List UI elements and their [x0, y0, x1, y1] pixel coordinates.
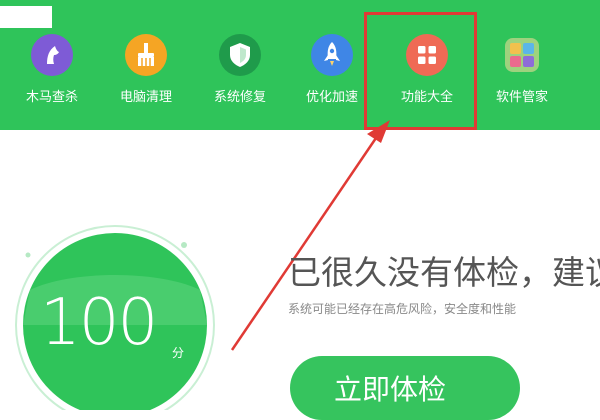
tool-software-manager[interactable]: 软件管家: [480, 34, 564, 114]
score-unit: 分: [172, 346, 185, 360]
tool-trojan-scan[interactable]: 木马查杀: [10, 34, 94, 114]
tool-label: 优化加速: [305, 90, 358, 105]
tool-label: 木马查杀: [25, 90, 78, 105]
rocket-icon: [311, 34, 353, 76]
tool-label: 功能大全: [400, 90, 453, 105]
horse-icon: [31, 34, 73, 76]
tool-pc-cleanup[interactable]: 电脑清理: [104, 34, 188, 114]
score-value: 100: [40, 286, 158, 360]
tool-optimize-speedup[interactable]: 优化加速: [290, 34, 374, 114]
checkup-headline: 已很久没有体检，建议: [288, 253, 600, 292]
broom-icon: [125, 34, 167, 76]
checkup-subline: 系统可能已经存在高危风险，安全度和性能: [288, 302, 517, 316]
grid-icon: [406, 34, 448, 76]
tool-system-repair[interactable]: 系统修复: [198, 34, 282, 114]
tool-label: 系统修复: [213, 90, 266, 105]
tool-label: 电脑清理: [119, 90, 172, 105]
tool-feature-collection[interactable]: 功能大全: [385, 34, 469, 114]
check-now-label: 立即体检: [334, 373, 447, 406]
software-grid-icon: [501, 34, 543, 76]
check-now-button[interactable]: 立即体检: [290, 356, 520, 420]
main-toolbar: 木马查杀 电脑清理 系统修复 优化加速 功能大全 软件管家: [0, 0, 600, 130]
shield-icon: [219, 34, 261, 76]
title-bar-block: [0, 6, 52, 28]
tool-label: 软件管家: [495, 90, 548, 105]
